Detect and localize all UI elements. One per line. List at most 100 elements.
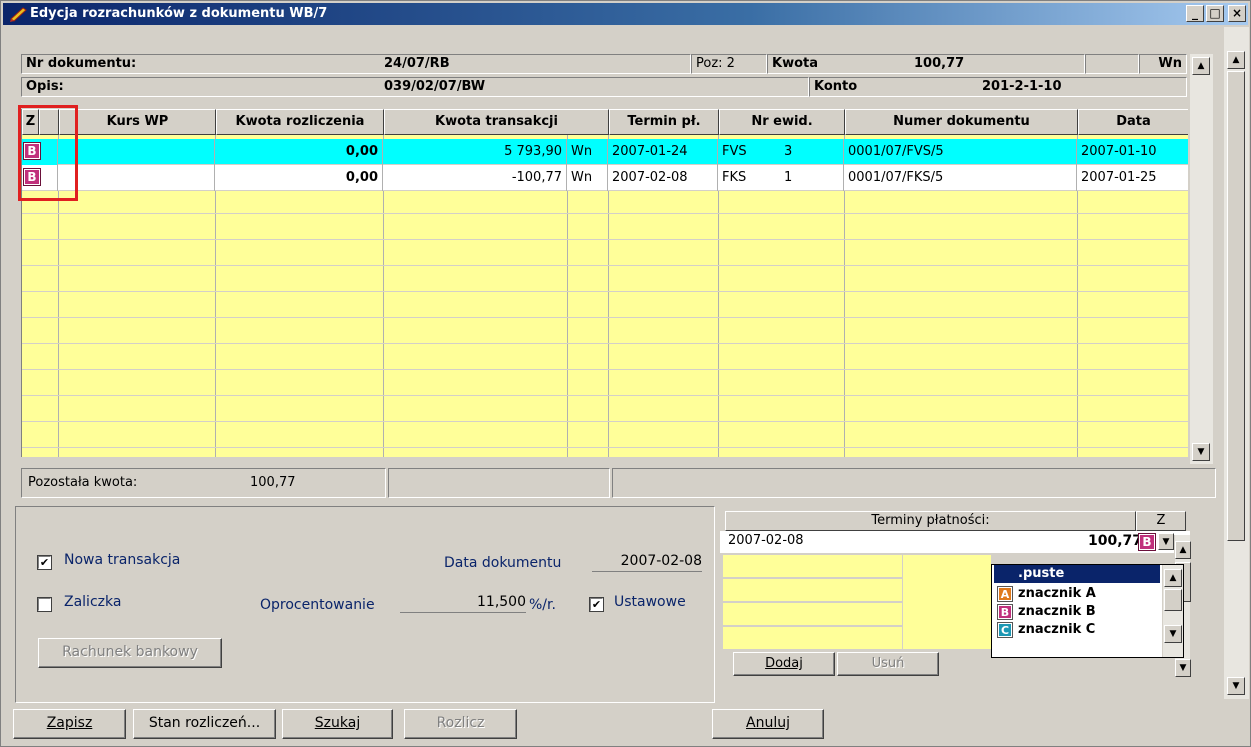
termin-empty-cell[interactable] [723,627,902,649]
table-scrollbar[interactable]: ▲ ▼ [1189,54,1213,464]
termin-empty-cell[interactable] [723,603,902,625]
scroll-thumb[interactable] [1227,71,1245,541]
anuluj-button[interactable]: Anuluj [712,709,824,739]
konto-field: Konto 201-2-1-10 [809,77,1187,97]
dropdown-item-puste[interactable]: .puste [994,565,1160,583]
window: Edycja rozrachunków z dokumentu WB/7 _ □… [0,0,1251,747]
rozlicz-button[interactable]: Rozlicz [404,709,517,739]
kwota-field: Kwota 100,77 [767,54,1085,74]
grid-divider [22,343,1188,344]
scroll-up-arrow-icon[interactable]: ▲ [1192,57,1210,75]
maximize-button[interactable]: □ [1206,5,1224,22]
cell-termin: 2007-01-24 [608,139,718,165]
termin-amount: 100,77 [1088,533,1143,549]
szukaj-label: Szukaj [314,715,361,731]
poz-field: Poz: 2 [691,54,767,74]
grid-divider [22,395,1188,396]
konto-label: Konto [814,79,858,94]
zapisz-button[interactable]: Zapisz [13,709,126,739]
cell-termin: 2007-02-08 [608,165,718,191]
cell-nr-ewid: FVS 3 [718,139,844,165]
col-kwota-transakcji[interactable]: Kwota transakcji [384,109,609,135]
dropdown-item-label: znacznik B [1018,604,1096,619]
data-dokumentu-input[interactable]: 2007-02-08 [592,550,702,572]
dropdown-item-b[interactable]: B znacznik B [994,603,1160,621]
nr-dokumentu-label: Nr dokumentu: [26,56,137,71]
side-field: Wn [1139,54,1187,74]
opis-label: Opis: [26,79,64,94]
scroll-up-arrow-icon[interactable]: ▲ [1164,569,1182,587]
nowa-transakcja-checkbox[interactable]: ✔ [37,555,52,570]
termin-empty-cell[interactable] [903,555,991,649]
cell-nr-ewid: FKS 1 [718,165,844,191]
col-nr-ewid[interactable]: Nr ewid. [719,109,845,135]
table-row[interactable]: B 0,00 -100,77 Wn 2007-02-08 FKS 1 0001/… [22,165,1188,191]
zaliczka-checkbox[interactable] [37,597,52,612]
dropdown-scrollbar[interactable]: ▲ ▼ [1162,565,1183,657]
scroll-down-arrow-icon[interactable]: ▼ [1227,677,1245,695]
scroll-thumb[interactable] [1164,589,1182,611]
cell-kurs[interactable] [58,139,215,165]
ustawowe-label[interactable]: Ustawowe [614,594,686,610]
ewid-type: FVS [722,144,747,159]
col-kurs-wp[interactable]: Kurs WP [59,109,216,135]
title-bar: Edycja rozrachunków z dokumentu WB/7 _ □… [3,3,1248,25]
window-title: Edycja rozrachunków z dokumentu WB/7 [30,6,328,21]
oprocentowanie-unit: %/r. [529,597,556,613]
status-pane [388,468,610,498]
pozostala-label: Pozostała kwota: [28,475,138,490]
marker-dropdown-arrow-icon[interactable]: ▼ [1158,533,1174,550]
dropdown-item-label: znacznik A [1018,586,1096,601]
termin-empty-cell[interactable] [723,555,902,577]
close-button[interactable]: × [1228,5,1246,22]
usun-button[interactable]: Usuń [837,652,939,676]
scroll-up-arrow-icon[interactable]: ▲ [1175,541,1191,559]
cell-kwota-transakcji: 5 793,90 [383,139,567,165]
dodaj-label: Dodaj [765,656,803,671]
window-scrollbar[interactable]: ▲ ▼ [1223,27,1249,699]
col-numer-dokumentu[interactable]: Numer dokumentu [845,109,1078,135]
konto-value: 201-2-1-10 [982,79,1062,94]
nr-dokumentu-value: 24/07/RB [384,56,450,71]
form-panel: ✔ Nowa transakcja Zaliczka Data dokument… [15,506,715,703]
rachunek-bankowy-button[interactable]: Rachunek bankowy [38,638,222,668]
dropdown-item-a[interactable]: A znacznik A [994,585,1160,603]
scroll-up-arrow-icon[interactable]: ▲ [1227,51,1245,69]
termin-row[interactable]: 2007-02-08 100,77 B ▼ [720,531,1190,553]
cell-kwota-rozliczenia[interactable]: 0,00 [215,165,383,191]
stan-rozliczen-button[interactable]: Stan rozliczeń... [133,709,276,739]
grid-divider [22,447,1188,448]
status-pane [612,468,1216,498]
rozrachunki-table[interactable]: Z Kurs WP Kwota rozliczenia Kwota transa… [21,109,1188,457]
scroll-down-arrow-icon[interactable]: ▼ [1164,625,1182,643]
dropdown-item-c[interactable]: C znacznik C [994,621,1160,639]
table-header: Z Kurs WP Kwota rozliczenia Kwota transa… [22,109,1188,135]
ustawowe-checkbox[interactable]: ✔ [589,597,604,612]
marker-dropdown-list[interactable]: .puste A znacznik A B znacznik B C znacz… [991,564,1184,658]
dropdown-item-label: znacznik C [1018,622,1096,637]
grid-divider [22,265,1188,266]
cell-numer-dokumentu: 0001/07/FKS/5 [844,165,1077,191]
scroll-down-arrow-icon[interactable]: ▼ [1192,443,1210,461]
minimize-button[interactable]: _ [1186,5,1204,22]
cell-kurs[interactable] [58,165,215,191]
pozostala-value: 100,77 [250,475,296,490]
table-row[interactable]: B 0,00 5 793,90 Wn 2007-01-24 FVS 3 0001… [22,139,1188,165]
pen-icon [10,7,27,22]
col-kwota-rozliczenia[interactable]: Kwota rozliczenia [216,109,384,135]
scroll-down-arrow-icon[interactable]: ▼ [1175,659,1191,677]
termin-empty-cell[interactable] [723,579,902,601]
col-termin[interactable]: Termin pł. [609,109,719,135]
anuluj-label: Anuluj [746,715,790,731]
terminy-z-header: Z [1136,511,1186,531]
nowa-transakcja-label[interactable]: Nowa transakcja [64,552,180,568]
zaliczka-label[interactable]: Zaliczka [64,594,121,610]
dodaj-button[interactable]: Dodaj [733,652,835,676]
cell-kwota-rozliczenia[interactable]: 0,00 [215,139,383,165]
blank-field [1085,54,1139,74]
oprocentowanie-label: Oprocentowanie [260,597,375,613]
col-data[interactable]: Data [1078,109,1188,135]
grid-divider [22,317,1188,318]
oprocentowanie-input[interactable]: 11,500 [400,591,526,613]
szukaj-button[interactable]: Szukaj [282,709,393,739]
